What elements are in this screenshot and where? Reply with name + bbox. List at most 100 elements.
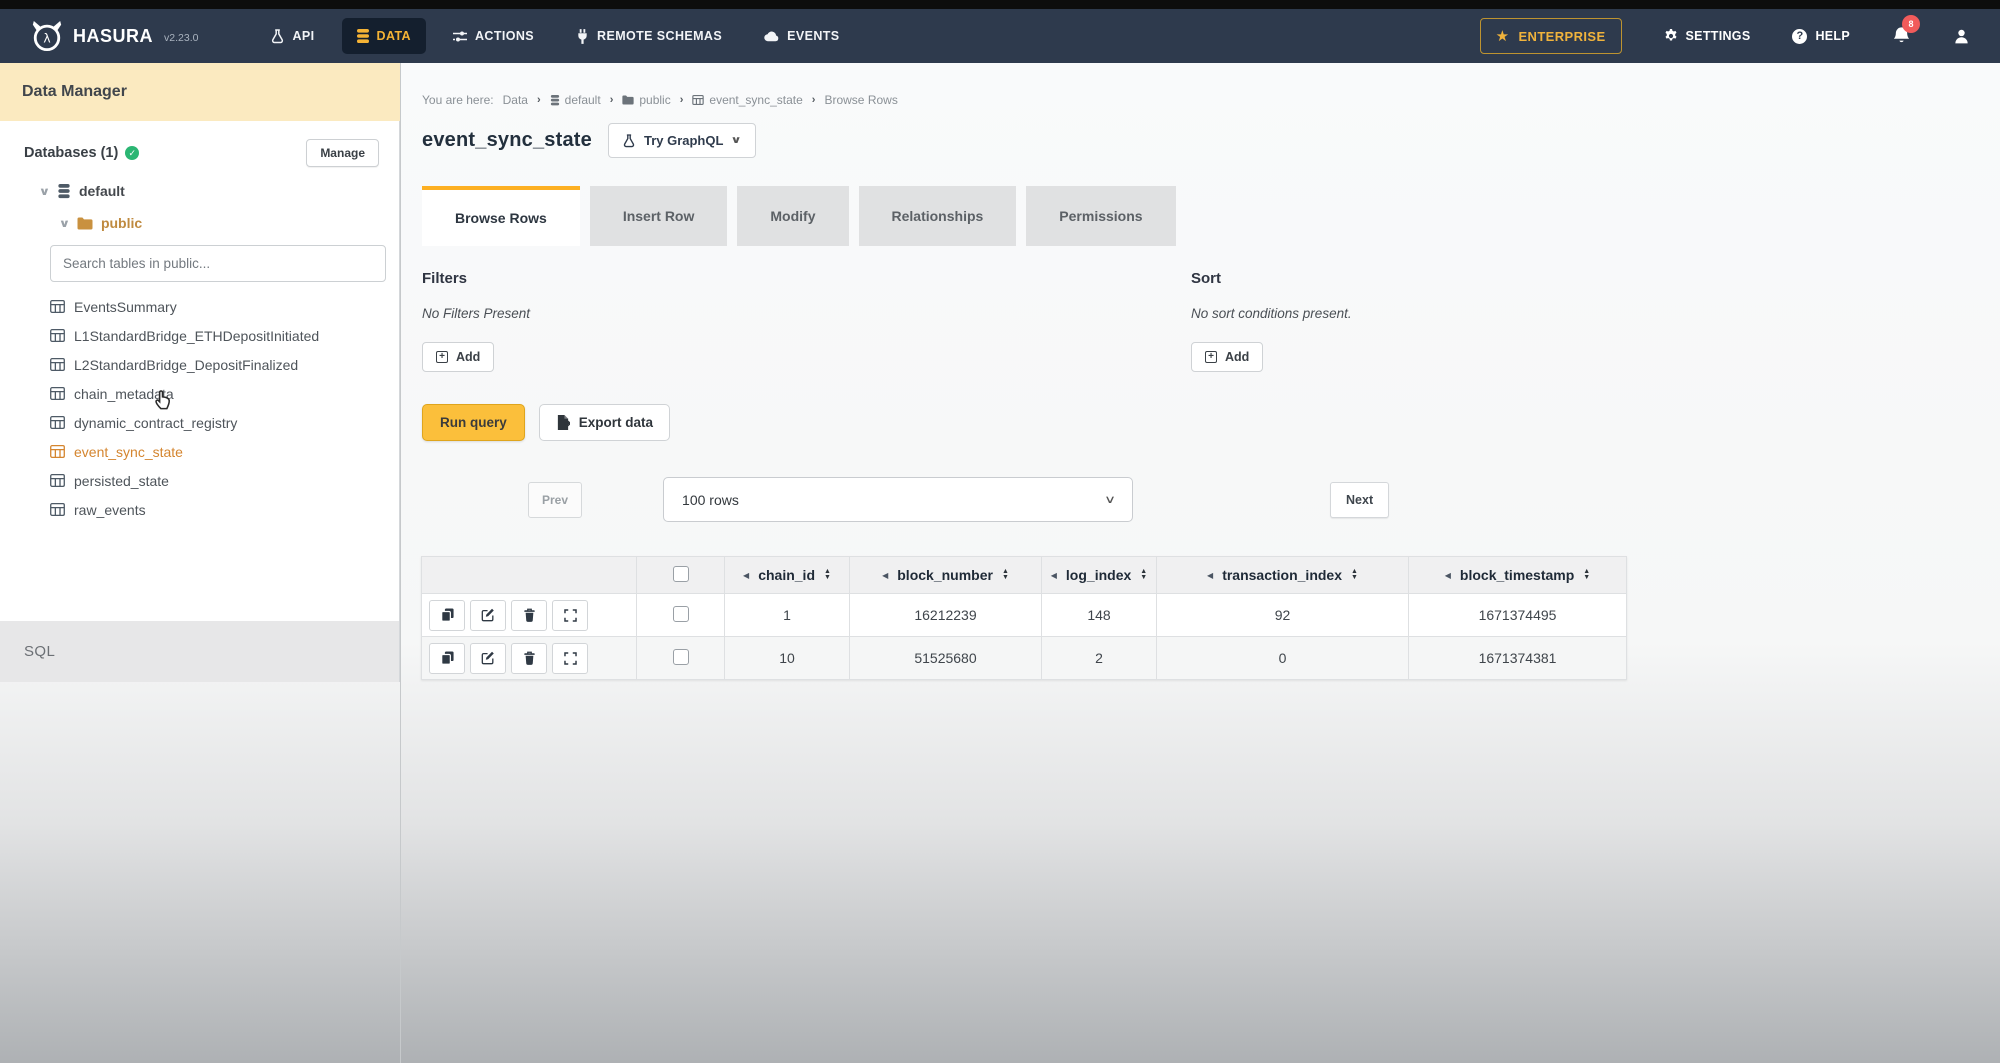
database-icon (357, 29, 369, 43)
nav-item-data[interactable]: DATA (342, 18, 426, 54)
column-header-block-timestamp[interactable]: ◀block_timestamp▲▼ (1409, 557, 1627, 594)
delete-row-button[interactable] (511, 600, 547, 631)
chevron-down-icon[interactable]: ∨ (59, 217, 71, 230)
add-sort-button[interactable]: + Add (1191, 342, 1263, 372)
add-filter-button[interactable]: + Add (422, 342, 494, 372)
sidebar-item-persisted-state[interactable]: persisted_state (50, 466, 383, 495)
enterprise-button[interactable]: ★ ENTERPRISE (1480, 18, 1622, 54)
collapse-column-icon[interactable]: ◀ (1051, 571, 1057, 580)
search-tables-input[interactable] (50, 245, 386, 282)
tab-modify[interactable]: Modify (737, 186, 848, 246)
help-button[interactable]: ? HELP (1792, 29, 1850, 44)
breadcrumb-event-sync-state[interactable]: event_sync_state (692, 93, 802, 107)
filters-empty-text: No Filters Present (422, 306, 530, 321)
user-menu-button[interactable] (1953, 28, 1970, 45)
flask-icon (271, 29, 284, 44)
nav-items: API DATA ACTIONS (256, 18, 854, 55)
tree-node-public[interactable]: ∨ public (16, 215, 383, 231)
tab-insert-row[interactable]: Insert Row (590, 186, 728, 246)
sidebar-item-dynamic-contract-registry[interactable]: dynamic_contract_registry (50, 408, 383, 437)
delete-row-button[interactable] (511, 643, 547, 674)
edit-icon (481, 651, 495, 665)
expand-icon (564, 609, 577, 622)
database-icon (57, 184, 71, 199)
breadcrumb-prefix: You are here: (422, 93, 494, 107)
breadcrumb-public[interactable]: public (622, 93, 670, 107)
collapse-column-icon[interactable]: ◀ (882, 571, 888, 580)
table-row: 1 16212239 148 92 1671374495 (422, 594, 1627, 637)
data-sidebar: Data Manager Databases (1) ✓ Manage ∨ de… (0, 63, 400, 682)
cell-log-index: 148 (1042, 594, 1157, 637)
page-size-select[interactable]: 100 rows ∨ (663, 477, 1133, 522)
clone-row-button[interactable] (429, 600, 465, 631)
trash-icon (523, 651, 536, 665)
connected-check-icon: ✓ (125, 146, 139, 160)
sort-title: Sort (1191, 270, 1352, 287)
filters-section: Filters No Filters Present + Add (422, 270, 530, 372)
breadcrumb-data[interactable]: Data (503, 93, 528, 107)
collapse-column-icon[interactable]: ◀ (1207, 571, 1213, 580)
sql-section[interactable]: SQL (0, 621, 400, 682)
chevron-right-icon: › (812, 94, 816, 106)
sidebar-item-raw-events[interactable]: raw_events (50, 495, 383, 524)
edit-row-button[interactable] (470, 643, 506, 674)
prev-page-button[interactable]: Prev (528, 482, 582, 518)
tab-relationships[interactable]: Relationships (859, 186, 1017, 246)
top-navbar: λ HASURA v2.23.0 API DATA (0, 9, 2000, 63)
clone-row-button[interactable] (429, 643, 465, 674)
export-data-button[interactable]: Export data (539, 404, 670, 441)
tab-browse-rows[interactable]: Browse Rows (422, 186, 580, 246)
column-header-transaction-index[interactable]: ◀transaction_index▲▼ (1157, 557, 1409, 594)
sort-icon[interactable]: ▲▼ (1002, 569, 1009, 581)
sort-icon[interactable]: ▲▼ (1351, 569, 1358, 581)
manage-button[interactable]: Manage (306, 139, 379, 167)
plus-square-icon: + (436, 351, 448, 363)
page-title: event_sync_state (422, 129, 592, 152)
nav-item-remote-schemas[interactable]: REMOTE SCHEMAS (561, 18, 737, 55)
nav-item-api[interactable]: API (256, 18, 329, 55)
row-checkbox[interactable] (673, 649, 689, 665)
run-query-button[interactable]: Run query (422, 404, 525, 441)
breadcrumb-browse-rows: Browse Rows (824, 93, 897, 107)
tab-permissions[interactable]: Permissions (1026, 186, 1175, 246)
table-icon (50, 358, 65, 371)
table-icon (50, 445, 65, 458)
folder-icon (77, 217, 93, 230)
sidebar-item-l1standardbridge[interactable]: L1StandardBridge_ETHDepositInitiated (50, 321, 383, 350)
expand-row-button[interactable] (552, 600, 588, 631)
column-header-log-index[interactable]: ◀log_index▲▼ (1042, 557, 1157, 594)
try-graphql-button[interactable]: Try GraphQL ∨ (608, 123, 756, 158)
pagination-bar: Prev 100 rows ∨ Next (401, 477, 2000, 522)
sidebar-item-event-sync-state[interactable]: event_sync_state (50, 437, 383, 466)
cell-log-index: 2 (1042, 637, 1157, 680)
sidebar-header: Data Manager (0, 63, 400, 121)
expand-row-button[interactable] (552, 643, 588, 674)
row-checkbox[interactable] (673, 606, 689, 622)
select-all-checkbox[interactable] (673, 566, 689, 582)
sidebar-item-l2standardbridge[interactable]: L2StandardBridge_DepositFinalized (50, 350, 383, 379)
next-page-button[interactable]: Next (1330, 482, 1389, 518)
breadcrumb-default[interactable]: default (550, 93, 601, 107)
column-header-chain-id[interactable]: ◀chain_id▲▼ (725, 557, 850, 594)
chevron-down-icon[interactable]: ∨ (39, 185, 51, 198)
sort-icon[interactable]: ▲▼ (1140, 569, 1147, 581)
column-header-block-number[interactable]: ◀block_number▲▼ (850, 557, 1042, 594)
sidebar-item-chain-metadata[interactable]: chain_metadata (50, 379, 383, 408)
nav-item-events[interactable]: EVENTS (749, 18, 854, 54)
sort-icon[interactable]: ▲▼ (1583, 569, 1590, 581)
chevron-right-icon: › (537, 94, 541, 106)
collapse-column-icon[interactable]: ◀ (743, 571, 749, 580)
settings-button[interactable]: SETTINGS (1664, 29, 1751, 43)
edit-row-button[interactable] (470, 600, 506, 631)
cell-chain-id: 10 (725, 637, 850, 680)
sort-icon[interactable]: ▲▼ (824, 569, 831, 581)
hasura-brand[interactable]: λ HASURA v2.23.0 (30, 20, 198, 52)
tree-node-default[interactable]: ∨ default (16, 183, 383, 199)
sidebar-item-eventssummary[interactable]: EventsSummary (50, 292, 383, 321)
select-all-header (637, 557, 725, 594)
collapse-column-icon[interactable]: ◀ (1445, 571, 1451, 580)
chevron-right-icon: › (610, 94, 614, 106)
notifications-button[interactable]: 8 (1892, 26, 1911, 46)
user-icon (1953, 28, 1970, 45)
nav-item-actions[interactable]: ACTIONS (438, 18, 549, 54)
